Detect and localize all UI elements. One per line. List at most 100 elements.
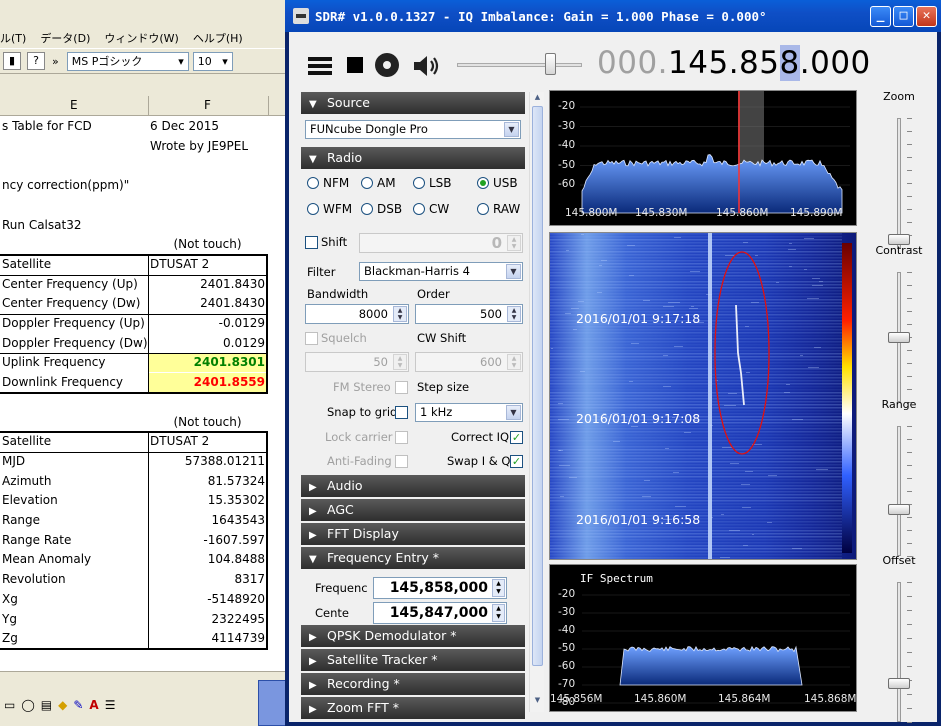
section-agc[interactable]: ▶ AGC [301,499,525,521]
spinner-arrows-icon[interactable]: ▲ ▼ [507,306,521,322]
hamburger-menu-icon[interactable] [307,52,333,78]
sheet-row[interactable]: (Not touch) [0,413,300,432]
correctiq-checkbox[interactable]: ✓ [510,431,523,444]
mode-radio-wfm[interactable]: WFM [307,202,352,216]
cell-e[interactable]: s Table for FCD [2,119,92,133]
stop-icon[interactable] [347,57,363,73]
center-spinner[interactable]: 145,847,000 ▲ ▼ [373,602,507,624]
shift-spinner[interactable]: 0 ▲ ▼ [359,233,523,253]
menu-tools[interactable]: ル(T) [0,30,26,46]
scroll-down-icon[interactable]: ▼ [532,696,543,708]
squelch-checkbox[interactable] [305,332,318,345]
font-size-combo[interactable]: 10 ▾ [192,51,233,71]
offset-slider-thumb[interactable] [888,677,910,689]
range-slider-track[interactable] [897,426,901,556]
swapiq-checkbox[interactable]: ✓ [510,455,523,468]
panel-scrollbar[interactable]: ▲ ▼ [529,92,544,712]
col-f-header[interactable]: F [204,98,211,112]
section-sat-tracker[interactable]: ▶ Satellite Tracker * [301,649,525,671]
antifading-checkbox[interactable] [395,455,408,468]
sheet-row[interactable] [0,196,300,215]
chart-icon[interactable]: ▮ [3,52,21,70]
sheet-row[interactable] [0,156,300,175]
section-frequency-entry[interactable]: ▼ Frequency Entry * [301,547,525,569]
fill-color-icon[interactable]: ◆ [58,698,67,712]
spinner-arrows-icon[interactable]: ▲ ▼ [393,306,407,322]
minimize-button[interactable]: _ [870,6,891,27]
sheet-row[interactable]: s Table for FCD 6 Dec 2015 [0,117,300,136]
mode-radio-lsb[interactable]: LSB [413,176,452,190]
close-button[interactable]: ✕ [916,6,937,27]
section-source[interactable]: ▼ Source [301,92,525,114]
speaker-icon[interactable] [412,54,442,78]
volume-slider-track[interactable] [457,63,582,67]
offset-slider-track[interactable] [897,582,901,722]
mode-radio-am[interactable]: AM [361,176,396,190]
bandwidth-spinner[interactable]: 8000 ▲ ▼ [305,304,409,324]
spinner-arrows-icon[interactable]: ▲ ▼ [492,579,505,597]
menu-help[interactable]: ヘルプ(H) [193,30,243,46]
shift-checkbox[interactable] [305,236,318,249]
sheet-row[interactable]: ncy correction(ppm)" [0,176,300,195]
spectrum-analyzer[interactable]: -20 -30 -40 -50 -60 145.800M 145.830M 145.860M… [549,90,857,226]
mode-radio-cw[interactable]: CW [413,202,449,216]
cell-f[interactable]: Wrote by JE9PEL [150,139,265,153]
sheet-row[interactable]: Wrote by JE9PEL [0,137,300,156]
section-recording[interactable]: ▶ Recording * [301,673,525,695]
section-radio[interactable]: ▼ Radio [301,147,525,169]
cell-f[interactable]: (Not touch) [150,237,265,251]
cwshift-spinner[interactable]: 600 ▲ ▼ [415,352,523,372]
mode-radio-usb[interactable]: USB [477,176,518,190]
range-slider-thumb[interactable] [888,504,910,516]
squelch-spinner[interactable]: 50 ▲ ▼ [305,352,409,372]
order-spinner[interactable]: 500 ▲ ▼ [415,304,523,324]
mode-radio-nfm[interactable]: NFM [307,176,349,190]
line-color-icon[interactable]: ✎ [73,698,83,712]
section-fft-display[interactable]: ▶ FFT Display [301,523,525,545]
scrollbar-thumb[interactable] [532,106,543,666]
section-audio[interactable]: ▶ Audio [301,475,525,497]
waterfall-display[interactable]: 2016/01/01 9:17:18 2016/01/01 9:17:08 20… [549,232,857,560]
mode-radio-dsb[interactable]: DSB [361,202,402,216]
rect-icon[interactable]: ▭ [4,698,15,712]
fmstereo-checkbox[interactable] [395,381,408,394]
oval-icon[interactable]: ◯ [21,698,34,712]
sheet-row[interactable]: Run Calsat32 [0,216,300,235]
menu-window[interactable]: ウィンドウ(W) [104,30,178,46]
scroll-up-icon[interactable]: ▲ [532,93,543,105]
help-icon[interactable]: ? [27,52,45,70]
cell-e[interactable]: ncy correction(ppm)" [2,178,129,192]
sheet-row[interactable]: (Not touch) [0,235,300,254]
section-qpsk[interactable]: ▶ QPSK Demodulator * [301,625,525,647]
cell-f[interactable]: (Not touch) [150,415,265,429]
spinner-arrows-icon[interactable]: ▲ ▼ [492,604,505,622]
gear-icon[interactable] [375,53,399,77]
col-e-header[interactable]: E [70,98,78,112]
section-zoom-fft[interactable]: ▶ Zoom FFT * [301,697,525,719]
volume-slider-thumb[interactable] [544,53,556,75]
spinner-arrows-icon[interactable]: ▲ ▼ [507,235,521,251]
textbox-icon[interactable]: ▤ [41,698,52,712]
freq-entry-spinner[interactable]: 145,858,000 ▲ ▼ [373,577,507,599]
snap-checkbox[interactable] [395,406,408,419]
line-style-icon[interactable]: ☰ [105,698,116,712]
if-spectrum[interactable]: IF Spectrum -20 -30 -40 -50 -60 -70 -80 145.85… [549,564,857,712]
spinner-arrows-icon[interactable]: ▲ ▼ [393,354,407,370]
font-name-combo[interactable]: MS Pゴシック ▾ [66,51,189,71]
spinner-arrows-icon[interactable]: ▲ ▼ [507,354,521,370]
source-device-select[interactable]: FUNcube Dongle Pro ▼ [305,120,521,139]
font-color-icon[interactable]: A [89,698,98,712]
filter-select[interactable]: Blackman-Harris 4 ▼ [359,262,523,281]
frequency-display[interactable]: 000.145.858.000 [597,45,871,81]
cell-e[interactable]: Run Calsat32 [2,218,81,232]
freq-digit-selected[interactable]: 8 [779,45,800,81]
lockcarrier-checkbox[interactable] [395,431,408,444]
cell-f[interactable]: 6 Dec 2015 [150,119,265,133]
title-bar[interactable]: SDR# v1.0.0.1327 - IQ Imbalance: Gain = … [285,0,941,32]
contrast-slider-thumb[interactable] [888,332,910,343]
mode-radio-raw[interactable]: RAW [477,202,520,216]
menu-data[interactable]: データ(D) [40,30,90,46]
maximize-button[interactable]: □ [893,6,914,27]
stepsize-select[interactable]: 1 kHz ▼ [415,403,523,422]
zoom-slider-track[interactable] [897,118,901,248]
